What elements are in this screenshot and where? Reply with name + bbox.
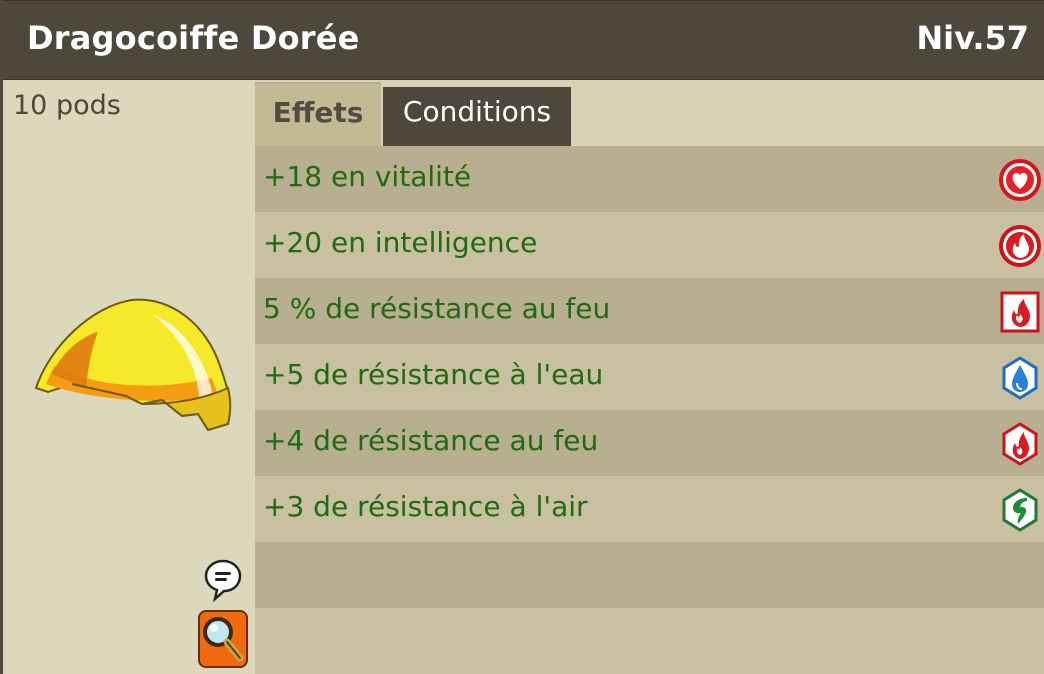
- water-drop-icon: [1002, 356, 1038, 400]
- effect-row: +4 de résistance au feu: [255, 410, 1044, 476]
- air-icon: [1002, 488, 1038, 532]
- item-left-panel: 10 pods: [6, 80, 255, 674]
- chat-bubble-icon[interactable]: [204, 558, 242, 602]
- effect-row: +5 de résistance à l'eau: [255, 344, 1044, 410]
- empty-row: [255, 542, 1044, 608]
- effect-text: +20 en intelligence: [263, 226, 538, 259]
- magnifier-icon[interactable]: [198, 610, 248, 668]
- effects-empty-area: [255, 542, 1044, 674]
- fire-resistance-percent-icon: [1000, 291, 1040, 333]
- effect-row: 5 % de résistance au feu: [255, 278, 1044, 344]
- tab-bar: Effets Conditions: [255, 82, 1044, 146]
- item-tooltip-window: Dragocoiffe Dorée Niv.57 10 pods Effets: [0, 0, 1044, 674]
- effect-row: +20 en intelligence: [255, 212, 1044, 278]
- tab-effets[interactable]: Effets: [255, 82, 381, 146]
- effect-text: +5 de résistance à l'eau: [263, 358, 604, 391]
- effect-row: +18 en vitalité: [255, 146, 1044, 212]
- effect-text: +3 de résistance à l'air: [263, 490, 588, 523]
- fire-intelligence-icon: [999, 225, 1041, 267]
- item-level: Niv.57: [916, 19, 1029, 57]
- item-weight: 10 pods: [13, 90, 121, 121]
- item-header: Dragocoiffe Dorée Niv.57: [3, 0, 1044, 80]
- effect-text: +18 en vitalité: [263, 160, 472, 193]
- tab-conditions[interactable]: Conditions: [383, 87, 571, 146]
- fire-resistance-icon: [1002, 422, 1038, 466]
- item-name: Dragocoiffe Dorée: [27, 19, 360, 57]
- effect-text: 5 % de résistance au feu: [263, 292, 611, 325]
- golden-helmet-image: [34, 298, 232, 432]
- effects-list: +18 en vitalité +20 en intelligence 5 % …: [255, 146, 1044, 542]
- effect-row: +3 de résistance à l'air: [255, 476, 1044, 542]
- effect-text: +4 de résistance au feu: [263, 424, 599, 457]
- vitality-heart-icon: [999, 159, 1041, 201]
